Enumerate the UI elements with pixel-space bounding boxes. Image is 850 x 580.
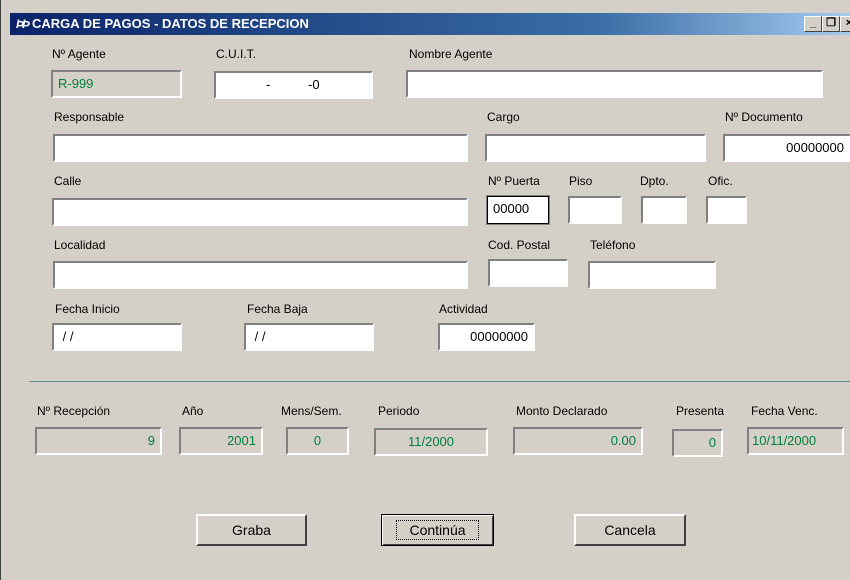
responsable-label: Responsable (54, 110, 125, 124)
monto-field: 0.00 (513, 427, 643, 455)
recepcion-field: 9 (35, 427, 162, 455)
periodo-field: 11/2000 (374, 428, 488, 456)
fecha-baja-label: Fecha Baja (247, 302, 308, 316)
presenta-field: 0 (672, 429, 723, 457)
telefono-label: Teléfono (590, 238, 636, 252)
piso-label: Piso (569, 174, 593, 188)
close-button[interactable]: × (840, 16, 850, 32)
periodo-label: Periodo (378, 404, 420, 418)
graba-button[interactable]: Graba (196, 514, 307, 546)
cuit-sep-1: - (266, 77, 271, 92)
localidad-field[interactable] (53, 261, 468, 289)
section-divider (29, 381, 850, 382)
fecha-venc-label: Fecha Venc. (751, 404, 818, 418)
dpto-field[interactable] (641, 196, 687, 224)
fecha-baja-field[interactable]: / / (244, 323, 374, 351)
anio-label: Año (182, 404, 204, 418)
cuit-sep-2: -0 (308, 77, 320, 92)
monto-label: Monto Declarado (516, 404, 608, 418)
fecha-inicio-label: Fecha Inicio (55, 302, 120, 316)
localidad-label: Localidad (54, 238, 106, 252)
fecha-inicio-field[interactable]: / / (52, 323, 182, 351)
cod-postal-label: Cod. Postal (488, 238, 551, 252)
documento-label: Nº Documento (725, 110, 803, 124)
title-bar[interactable]: ÞÞ CARGA DE PAGOS - DATOS DE RECEPCION _… (10, 13, 850, 35)
fecha-venc-field: 10/11/2000 (747, 427, 844, 455)
presenta-label: Presenta (676, 404, 725, 418)
continua-button[interactable]: Continúa (381, 514, 494, 546)
dpto-label: Dpto. (640, 174, 669, 188)
actividad-label: Actividad (439, 302, 488, 316)
calle-field[interactable] (52, 198, 468, 226)
window-title: CARGA DE PAGOS - DATOS DE RECEPCION (32, 16, 309, 31)
responsable-field[interactable] (53, 134, 468, 162)
actividad-field[interactable]: 00000000 (438, 323, 535, 351)
restore-icon: ❐ (826, 17, 836, 29)
nombre-agente-field[interactable] (406, 70, 823, 98)
restore-button[interactable]: ❐ (822, 16, 840, 32)
calle-label: Calle (54, 174, 82, 188)
nombre-agente-label: Nombre Agente (409, 47, 493, 61)
minimize-icon: _ (809, 17, 817, 29)
telefono-field[interactable] (588, 261, 716, 289)
anio-field: 2001 (179, 427, 263, 455)
piso-field[interactable] (568, 196, 622, 224)
minimize-button[interactable]: _ (804, 16, 822, 32)
puerta-label: Nº Puerta (488, 174, 540, 188)
continua-button-label: Continúa (396, 520, 479, 540)
mens-sem-field: 0 (286, 427, 349, 455)
cuit-field[interactable]: - -0 (214, 71, 373, 99)
ofic-field[interactable] (706, 196, 747, 224)
close-icon: × (846, 17, 850, 29)
cancela-button[interactable]: Cancela (574, 514, 686, 546)
app-logo-icon: ÞÞ (16, 17, 30, 31)
recepcion-label: Nº Recepción (37, 404, 111, 418)
puerta-field[interactable]: 00000 (486, 195, 550, 225)
ofic-label: Ofic. (708, 174, 733, 188)
cuit-label: C.U.I.T. (216, 47, 257, 61)
agente-label: Nº Agente (52, 47, 106, 61)
window: ÞÞ CARGA DE PAGOS - DATOS DE RECEPCION _… (0, 0, 850, 580)
agente-field[interactable]: R-999 (51, 70, 182, 98)
mens-sem-label: Mens/Sem. (281, 404, 342, 418)
documento-field[interactable]: 00000000 (723, 134, 850, 162)
cod-postal-field[interactable] (488, 259, 568, 287)
cargo-field[interactable] (485, 134, 706, 162)
cargo-label: Cargo (487, 110, 520, 124)
